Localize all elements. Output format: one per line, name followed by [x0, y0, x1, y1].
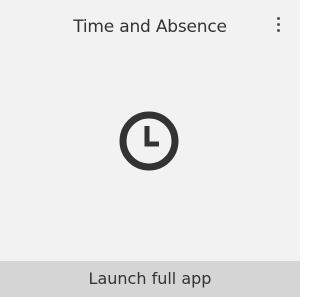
more-vertical-icon-dot — [277, 29, 280, 32]
card-title: Time and Absence — [73, 17, 227, 37]
app-card[interactable]: Time and Absence Launch full app — [0, 0, 300, 297]
launch-full-app-label: Launch full app — [88, 269, 212, 288]
more-options-button[interactable] — [272, 14, 286, 36]
clock-icon — [117, 109, 181, 173]
card-header: Time and Absence — [0, 0, 300, 56]
more-vertical-icon — [277, 17, 280, 20]
more-vertical-icon-dot — [277, 23, 280, 26]
launch-full-app-button[interactable]: Launch full app — [0, 261, 300, 297]
